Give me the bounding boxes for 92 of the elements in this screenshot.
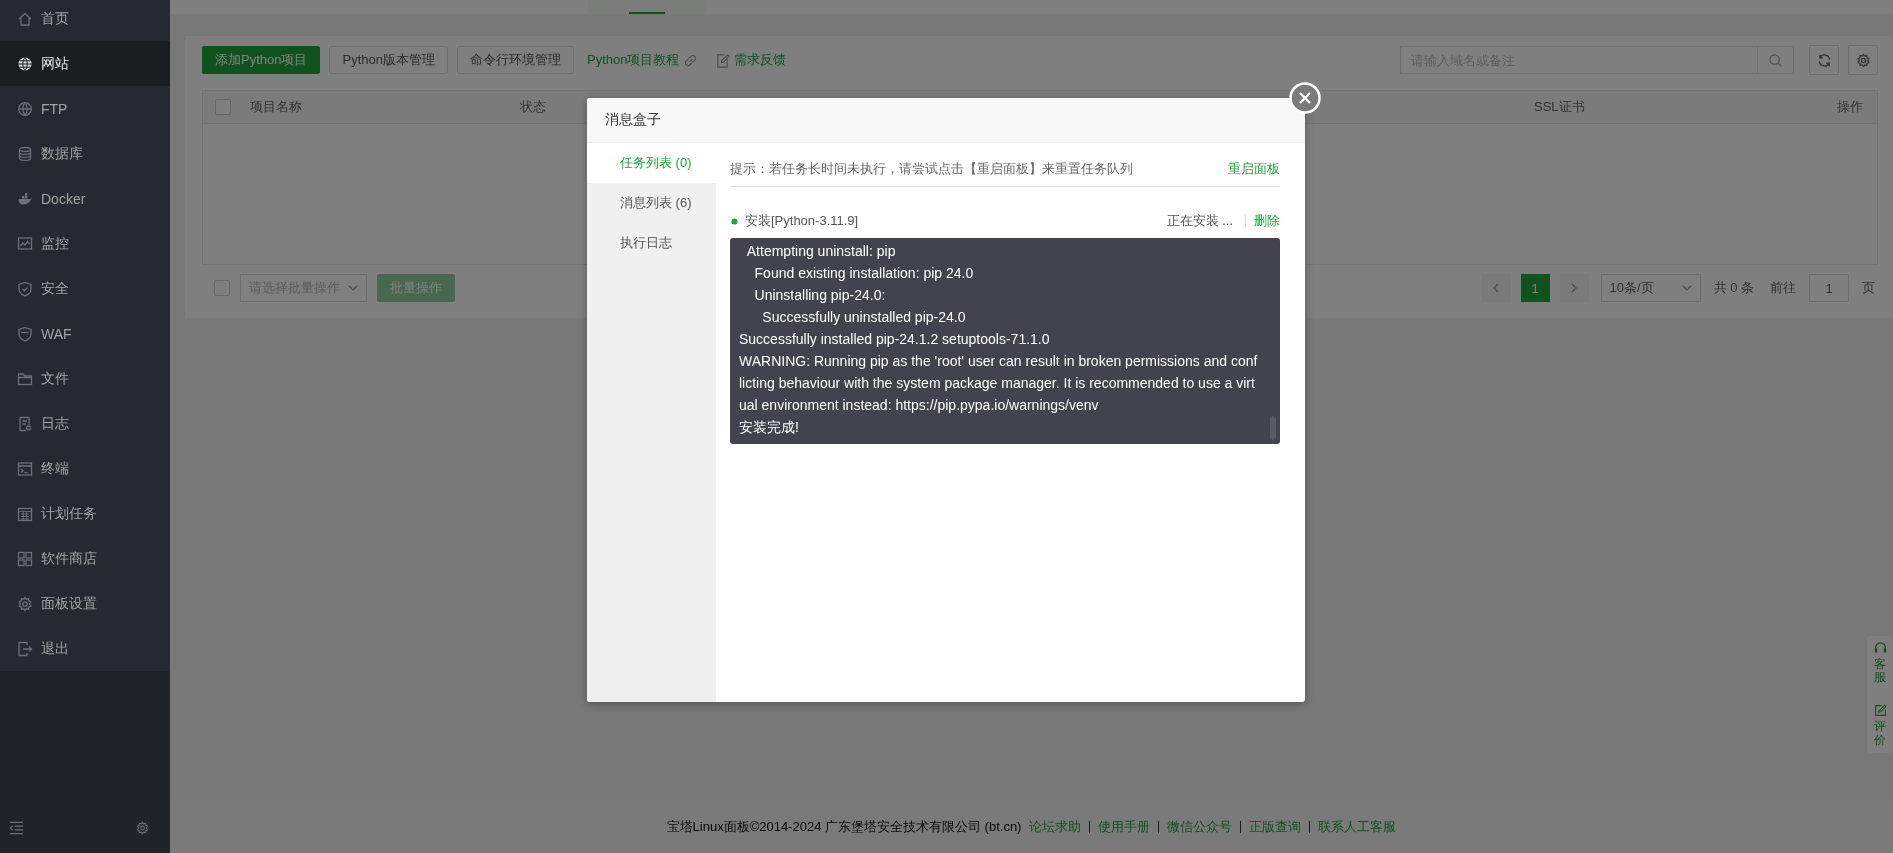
chevron-right-icon [1571, 283, 1578, 293]
button[interactable]: Python版本管理 [329, 46, 448, 74]
checkbox[interactable] [215, 99, 231, 115]
column-header: 项目名称 [250, 99, 302, 114]
chevron-down-icon [1681, 284, 1692, 292]
float-button[interactable]: 客服 [1867, 642, 1893, 685]
column-header: 操作 [1837, 99, 1863, 114]
sidebar-item[interactable]: 计划任务 [0, 491, 170, 536]
sidebar-item[interactable]: 文件 [0, 356, 170, 401]
sidebar-item[interactable]: 监控 [0, 221, 170, 266]
next-page-button[interactable] [1559, 274, 1589, 302]
search-button[interactable] [1758, 46, 1794, 74]
database-icon [17, 145, 33, 162]
globe-icon [17, 100, 33, 117]
sidebar-item[interactable]: 终端 [0, 446, 170, 491]
terminal-icon [17, 460, 33, 477]
previous-page-button[interactable] [1481, 274, 1511, 302]
chevron-left-icon [1493, 283, 1500, 293]
sidebar-item[interactable]: Docker [0, 176, 170, 221]
log-line: Uninstalling pip-24.0: [753, 286, 887, 305]
log-line: WARNING: Running pip as the 'root' user can result in broken permissions and conflicting behaviour with the system package manager. It is recommended to use a virtual environment instead: https://pip.pypa.io/warnings/venv [739, 352, 1258, 415]
tab[interactable]: 执行日志 [587, 223, 716, 263]
dialog-title: 消息盒子 [605, 111, 661, 129]
column-header: 状态 [520, 99, 546, 114]
shield-icon [17, 280, 33, 297]
refresh-button[interactable] [1809, 45, 1839, 75]
log-icon [17, 415, 33, 432]
sidebar-item[interactable]: FTP [0, 86, 170, 131]
footer-link[interactable]: 正版查询 [1249, 817, 1302, 836]
footer-link[interactable]: 论坛求助 [1029, 817, 1082, 836]
checkbox[interactable] [214, 280, 230, 296]
log-line: 安装完成! [739, 418, 800, 437]
page-size-select[interactable]: 10条/页 [1600, 274, 1701, 302]
copyright-text: 宝塔Linux面板©2014-2024 广东堡塔安全技术有限公司 (bt.cn) [666, 817, 1022, 836]
chevron-down-icon [348, 284, 358, 292]
edit-icon [715, 52, 731, 68]
grid-icon [17, 550, 33, 567]
tab[interactable] [588, 0, 706, 14]
headset-icon [1873, 642, 1887, 655]
sidebar-item[interactable]: 面板设置 [0, 581, 170, 626]
footer-link[interactable]: 微信公众号 [1167, 817, 1233, 836]
monitor-icon [17, 235, 33, 252]
log-line: Successfully installed pip-24.1.2 setuptools-71.1.0 [739, 330, 1051, 349]
goto-label: 前往 [1769, 279, 1797, 297]
home-icon [17, 10, 33, 27]
hint-text: 提示：若任务长时间未执行，请尝试点击【重启面板】来重置任务队列 [730, 159, 1133, 178]
button[interactable]: 命令行环境管理 [456, 46, 574, 74]
tab[interactable]: 任务列表 (0) [587, 143, 716, 183]
log-line: Found existing installation: pip 24.0 [753, 264, 975, 283]
folder-icon [17, 370, 33, 387]
sidebar-item[interactable]: 网站 [0, 41, 170, 86]
total-count: 共 0 条 [1712, 279, 1755, 297]
sidebar-item[interactable]: 安全 [0, 266, 170, 311]
exit-icon [17, 640, 33, 657]
globe-icon [17, 55, 33, 72]
settings-button[interactable] [1848, 45, 1878, 75]
calendar-icon [17, 505, 33, 522]
refresh-icon [1816, 52, 1832, 68]
footer-link[interactable]: 使用手册 [1098, 817, 1151, 836]
link-icon [683, 52, 699, 68]
task-name: 安装[Python-3.11.9] [745, 212, 859, 230]
sidebar-item[interactable]: 首页 [0, 0, 170, 41]
sidebar-item[interactable]: 日志 [0, 401, 170, 446]
restart-panel-link[interactable]: 重启面板 [1228, 159, 1280, 178]
page-button[interactable]: 1 [1520, 274, 1550, 302]
delete-link[interactable]: 删除 [1254, 212, 1280, 230]
search-icon [1768, 52, 1783, 68]
footer-link[interactable]: 联系人工客服 [1318, 817, 1397, 836]
collapse-menu-icon[interactable] [9, 821, 24, 835]
log-line: Attempting uninstall: pip [745, 242, 897, 261]
sidebar-item[interactable]: 数据库 [0, 131, 170, 176]
shield-icon [17, 325, 33, 342]
whale-icon [17, 190, 33, 207]
page-label: 页 [1861, 279, 1876, 297]
float-button[interactable]: 评价 [1867, 704, 1893, 747]
sidebar-item[interactable]: WAF [0, 311, 170, 356]
edit-icon [1873, 704, 1887, 718]
sidebar-item[interactable]: 软件商店 [0, 536, 170, 581]
log-line: Successfully uninstalled pip-24.0 [761, 308, 967, 327]
status-dot-icon [731, 217, 738, 225]
settings-icon [1855, 52, 1871, 68]
column-header: SSL证书 [1534, 99, 1585, 114]
gear-icon [17, 595, 33, 612]
sidebar-item[interactable]: 退出 [0, 626, 170, 671]
task-status: 正在安装 ... [1166, 212, 1233, 230]
page-number-field[interactable]: 1 [1809, 274, 1849, 302]
settings-icon[interactable] [135, 821, 150, 835]
tab[interactable]: 消息列表 (6) [587, 183, 716, 223]
link[interactable]: Python项目教程 [582, 51, 703, 69]
feedback-link[interactable]: 需求反馈 [711, 51, 791, 69]
tab-underline [629, 12, 665, 14]
button[interactable]: 添加Python项目 [202, 46, 321, 74]
